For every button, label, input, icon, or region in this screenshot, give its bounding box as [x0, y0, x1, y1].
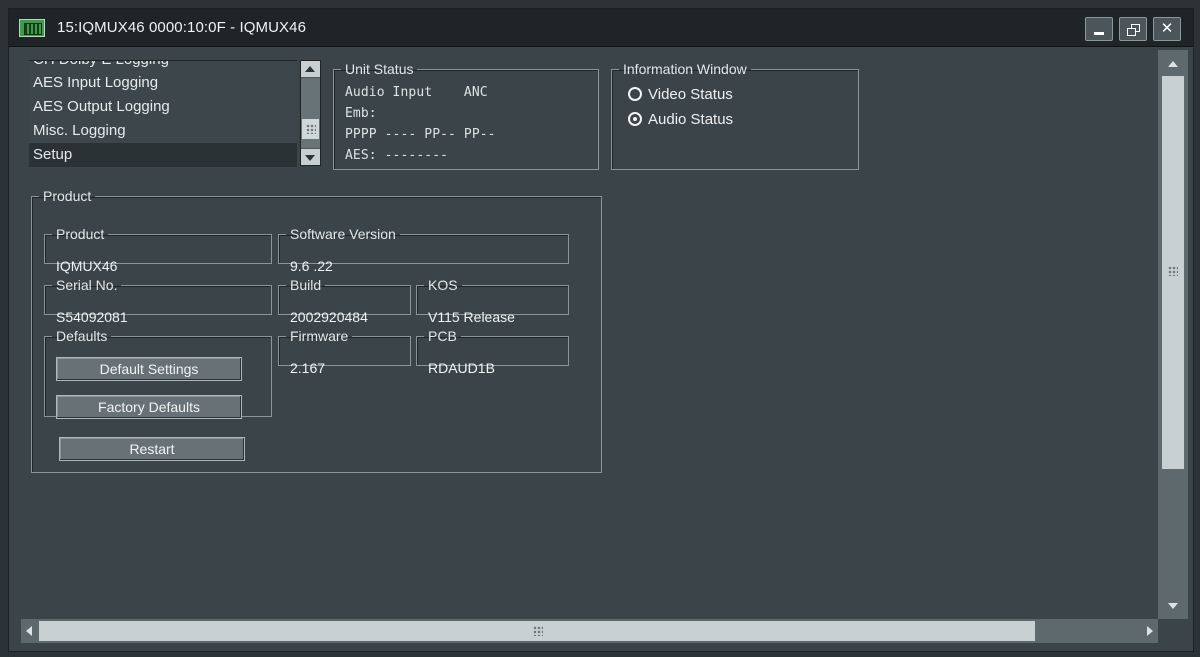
minimize-button[interactable] [1085, 17, 1113, 41]
list-item-aes-input-logging[interactable]: AES Input Logging [29, 71, 297, 95]
serial-number-label: Serial No. [56, 277, 118, 293]
serial-number-value: S54092081 [56, 309, 128, 325]
radio-checked-icon[interactable] [628, 112, 642, 126]
minimize-icon [1094, 32, 1104, 35]
list-scrollbar[interactable] [300, 60, 321, 166]
grip-icon [1168, 266, 1178, 276]
unit-status-line-3: PPPP ---- PP-- PP-- [345, 127, 496, 142]
serial-number-field: Serial No. S54092081 [44, 277, 272, 325]
software-version-label: Software Version [290, 226, 396, 242]
product-name-value: IQMUX46 [56, 258, 118, 274]
unit-status-line-4: AES: -------- [345, 148, 449, 163]
chevron-down-icon [1168, 603, 1178, 609]
restore-button[interactable] [1119, 17, 1147, 41]
grip-icon [533, 626, 543, 636]
software-version-field: Software Version 9.6 .22 [278, 226, 569, 274]
build-value: 2002920484 [290, 309, 368, 325]
pcb-label: PCB [428, 328, 457, 344]
grip-icon [306, 124, 316, 134]
unit-status-line-2: Emb: [345, 106, 377, 121]
device-window: 15:IQMUX46 0000:10:0F - IQMUX46 ✕ CH Dol… [8, 8, 1194, 652]
chevron-down-icon [305, 155, 315, 161]
list-scroll-up-button[interactable] [301, 61, 320, 78]
build-field: Build 2002920484 [278, 277, 411, 325]
unit-status-line-1: Audio Input ANC [345, 85, 488, 100]
firmware-label: Firmware [290, 328, 349, 344]
information-window-title: Information Window [623, 61, 747, 77]
list-item-misc-logging[interactable]: Misc. Logging [29, 119, 297, 143]
window-title: 15:IQMUX46 0000:10:0F - IQMUX46 [57, 19, 307, 36]
chevron-right-icon[interactable] [1147, 626, 1153, 636]
restart-button[interactable]: Restart [59, 437, 245, 461]
kos-label: KOS [428, 277, 458, 293]
app-icon[interactable] [19, 19, 45, 37]
kos-value: V115 Release [428, 309, 515, 325]
kos-field: KOS V115 Release [416, 277, 569, 325]
list-item-setup[interactable]: Setup [29, 143, 297, 167]
product-panel: Product Product IQMUX46 Software Version… [31, 189, 602, 473]
video-status-label: Video Status [648, 85, 733, 103]
audio-status-option[interactable]: Audio Status [628, 109, 733, 129]
main-horizontal-scrollbar[interactable] [21, 619, 1158, 643]
chevron-up-icon [305, 66, 315, 72]
video-status-option[interactable]: Video Status [628, 84, 733, 104]
list-scroll-thumb[interactable] [302, 119, 319, 139]
unit-status-panel: Unit Status Audio Input ANC Emb: PPPP --… [333, 62, 599, 170]
main-horizontal-scroll-thumb[interactable] [39, 621, 1035, 641]
list-item-aes-output-logging[interactable]: AES Output Logging [29, 95, 297, 119]
build-label: Build [290, 277, 322, 293]
main-vertical-scroll-thumb[interactable] [1162, 76, 1184, 469]
information-window-panel: Information Window Video Status Audio St… [611, 62, 859, 170]
main-content: CH Dolby E Logging AES Input Logging AES… [9, 47, 1157, 619]
main-scroll-down-button[interactable] [1163, 598, 1183, 616]
pcb-value: RDAUD1B [428, 360, 495, 376]
defaults-label: Defaults [56, 328, 108, 344]
radio-unchecked-icon[interactable] [628, 87, 642, 101]
unit-status-title: Unit Status [345, 61, 414, 77]
main-scroll-up-button[interactable] [1163, 55, 1183, 73]
title-bar[interactable]: 15:IQMUX46 0000:10:0F - IQMUX46 ✕ [9, 9, 1193, 47]
audio-status-label: Audio Status [648, 110, 734, 128]
restore-icon-back [1127, 28, 1136, 36]
factory-defaults-button[interactable]: Factory Defaults [56, 395, 242, 419]
software-version-value: 9.6 .22 [290, 258, 333, 274]
product-title: Product [43, 188, 92, 204]
defaults-group: Defaults Default Settings Factory Defaul… [44, 328, 272, 419]
pcb-field: PCB RDAUD1B [416, 328, 569, 376]
close-icon: ✕ [1160, 20, 1174, 37]
chevron-up-icon [1168, 61, 1178, 67]
firmware-value: 2.167 [290, 360, 326, 376]
product-name-label: Product [56, 226, 105, 242]
default-settings-button[interactable]: Default Settings [56, 357, 242, 381]
main-vertical-scrollbar[interactable] [1158, 50, 1188, 619]
product-name-field: Product IQMUX46 [44, 226, 272, 274]
firmware-field: Firmware 2.167 [278, 328, 411, 376]
chevron-left-icon[interactable] [26, 626, 32, 636]
logging-menu-list[interactable]: CH Dolby E Logging AES Input Logging AES… [29, 60, 297, 168]
close-button[interactable]: ✕ [1153, 17, 1181, 41]
list-scroll-down-button[interactable] [301, 148, 320, 165]
